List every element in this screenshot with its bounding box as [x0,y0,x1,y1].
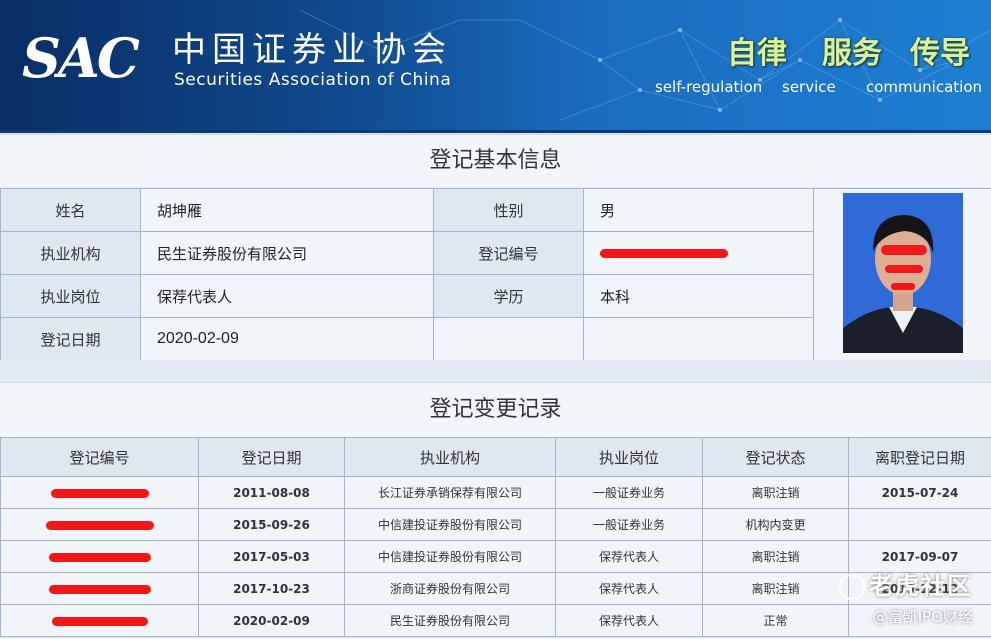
reg-no-label: 登记编号 [433,231,584,275]
col-org: 执业机构 [344,437,556,477]
org-value: 民生证券股份有限公司 [140,231,434,275]
status: 正常 [702,604,849,637]
reg-no-redacted [0,572,199,605]
reg-date-value: 2020-02-09 [140,317,434,361]
history-title: 登记变更记录 [0,382,991,437]
reg-no-redacted [0,604,199,637]
section-spacer [0,360,991,382]
slogan-service-cn: 服务 [822,36,882,71]
banner-divider [0,130,991,133]
logo-sac: SAC [22,26,140,90]
table-row: 2011-08-08 长江证券承销保荐有限公司 一般证券业务 离职注销 2015… [0,476,991,509]
reg-date: 2017-10-23 [198,572,345,605]
education-label: 学历 [433,274,584,318]
name-value: 胡坤雁 [140,188,434,232]
education-value: 本科 [583,274,814,318]
status: 离职注销 [702,540,849,573]
org: 长江证券承销保荐有限公司 [344,476,556,509]
status: 机构内变更 [702,508,849,541]
col-reg-no: 登记编号 [0,437,199,477]
position: 保荐代表人 [555,540,703,573]
table-row: 2020-02-09 民生证券股份有限公司 保荐代表人 正常 [0,604,991,637]
community-watermark-text: 老虎社区 [869,572,973,600]
photo-cell [813,188,991,361]
reg-no-value-redacted [583,231,814,275]
redaction-mark [48,552,151,562]
slogan-self-regulation-cn: 自律 [727,36,787,71]
col-reg-date: 登记日期 [198,437,345,477]
empty-cell [583,317,814,361]
table-row: 2015-09-26 中信建投证券股份有限公司 一般证券业务 机构内变更 [0,508,991,541]
reg-date: 2020-02-09 [198,604,345,637]
status: 离职注销 [702,572,849,605]
col-status: 登记状态 [702,437,849,477]
history-header-row: 登记编号 登记日期 执业机构 执业岗位 登记状态 离职登记日期 [0,437,991,477]
slogan-self-regulation-en: self-regulation [655,78,763,96]
history-table: 登记编号 登记日期 执业机构 执业岗位 登记状态 离职登记日期 2011-08-… [0,437,991,637]
profile-photo [842,192,963,353]
org-label: 执业机构 [0,231,141,275]
position: 保荐代表人 [555,572,703,605]
logo-chinese-name: 中国证券业协会 [172,30,452,70]
gender-value: 男 [583,188,814,232]
position-value: 保荐代表人 [140,274,434,318]
col-leave-date: 离职登记日期 [848,437,991,477]
org: 浙商证券股份有限公司 [344,572,556,605]
slogan-service-en: service [782,78,836,96]
empty-cell [433,317,584,361]
position: 一般证券业务 [555,476,703,509]
org: 中信建投证券股份有限公司 [344,540,556,573]
redaction-mark [48,584,151,594]
basic-info-title: 登记基本信息 [0,134,991,187]
logo-english-name: Securities Association of China [174,70,452,90]
basic-info-table: 姓名 胡坤雁 性别 男 执业机构 民生证券股份有限公司 登记编号 执业岗位 保荐… [0,188,991,361]
source-watermark: @富凯IPO财经 [872,608,973,626]
reg-date: 2011-08-08 [198,476,345,509]
position: 一般证券业务 [555,508,703,541]
name-label: 姓名 [0,188,141,232]
position-label: 执业岗位 [0,274,141,318]
status: 离职注销 [702,476,849,509]
reg-date: 2015-09-26 [198,508,345,541]
redaction-mark [45,520,154,530]
slogan-communication-cn: 传导 [910,36,970,71]
community-watermark: 老虎社区 [839,566,973,601]
reg-no-redacted [0,476,199,509]
redaction-mark [50,488,149,498]
site-header-banner: SAC 中国证券业协会 Securities Association of Ch… [0,0,991,133]
reg-date: 2017-05-03 [198,540,345,573]
redaction-mark [600,249,728,258]
org: 民生证券股份有限公司 [344,604,556,637]
reg-date-label: 登记日期 [0,317,141,361]
tiger-logo-icon [839,574,865,600]
leave-date: 2015-07-24 [848,476,991,509]
org: 中信建投证券股份有限公司 [344,508,556,541]
reg-no-redacted [0,540,199,573]
slogan-communication-en: communication [866,78,983,96]
leave-date [848,508,991,541]
position: 保荐代表人 [555,604,703,637]
gender-label: 性别 [433,188,584,232]
col-position: 执业岗位 [555,437,703,477]
redaction-mark [51,616,148,626]
reg-no-redacted [0,508,199,541]
